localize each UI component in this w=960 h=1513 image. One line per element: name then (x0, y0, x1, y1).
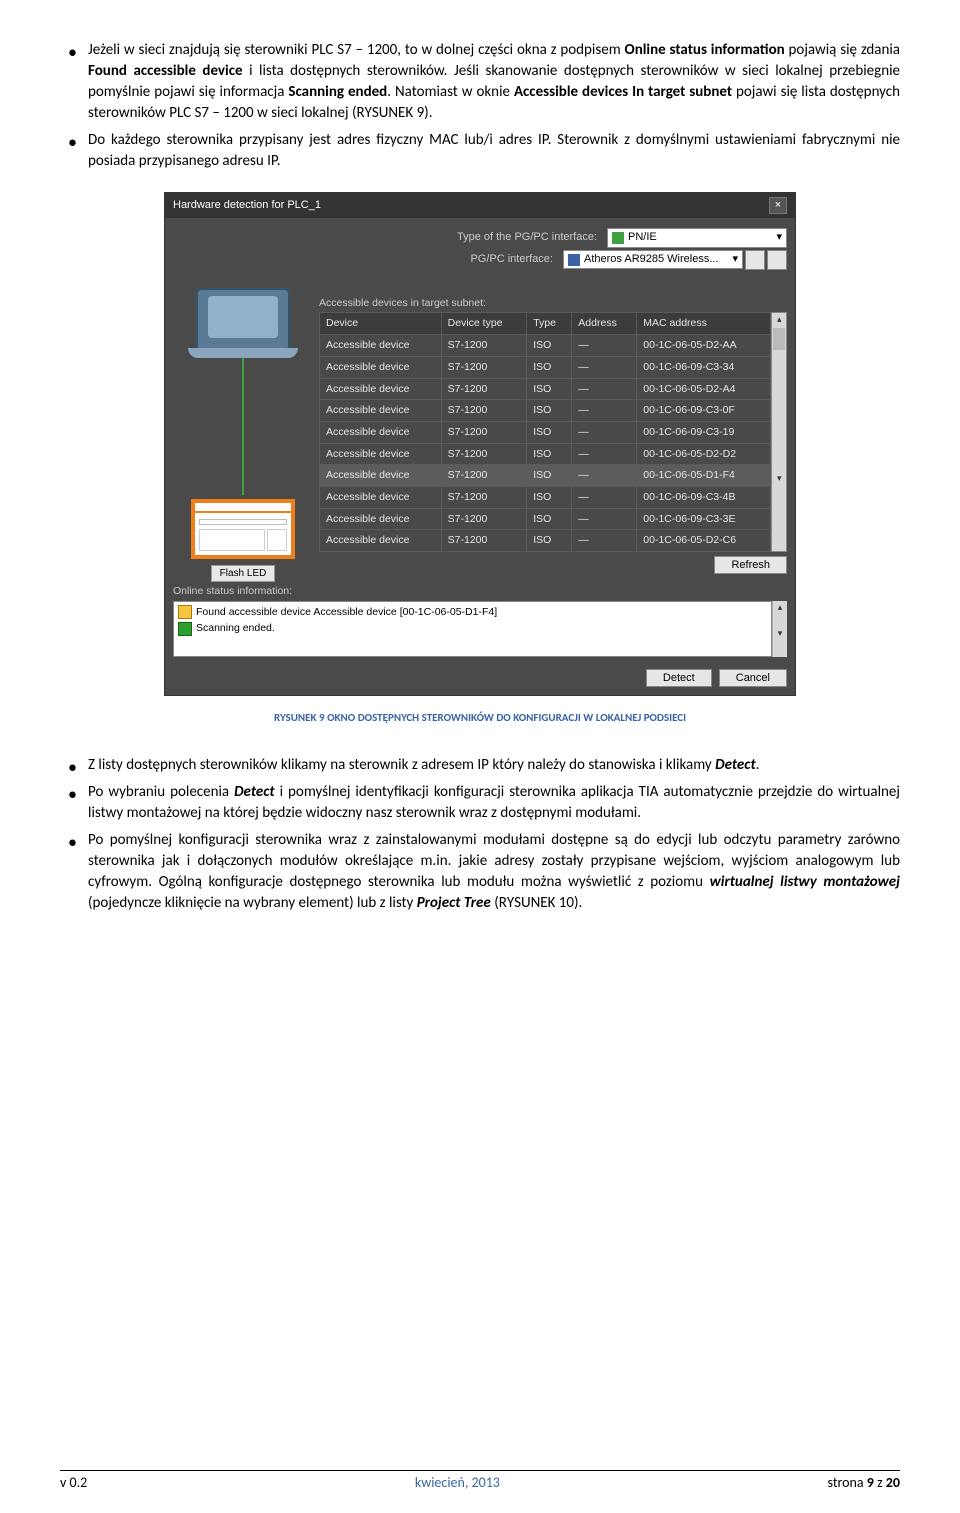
nic-icon (568, 254, 580, 266)
th-devicetype[interactable]: Device type (441, 313, 527, 335)
cancel-button[interactable]: Cancel (719, 669, 787, 687)
table-row[interactable]: Accessible deviceS7-1200ISO—00-1C-06-05-… (320, 465, 771, 487)
bullet-5: Po pomyślnej konfiguracji sterownika wra… (60, 830, 900, 914)
p4-b1: Detect (234, 783, 275, 801)
search-icon[interactable] (767, 250, 787, 270)
pgpc-type-select[interactable]: PN/IE ▾ (607, 228, 787, 247)
p5-b1: wirtualnej listwy montażowej (710, 873, 900, 891)
dialog-body: Type of the PG/PC interface: PN/IE ▾ PG/… (165, 218, 795, 694)
table-row[interactable]: Accessible deviceS7-1200ISO—00-1C-06-09-… (320, 356, 771, 378)
main-area: Flash LED Accessible devices in target s… (173, 288, 787, 582)
pgpc-type-row: Type of the PG/PC interface: PN/IE ▾ (173, 228, 787, 247)
status-text-1: Found accessible device Accessible devic… (196, 605, 497, 620)
pgpc-type-value: PN/IE (628, 230, 657, 245)
bottom-bullets: Z listy dostępnych sterowników klikamy n… (60, 755, 900, 914)
footer-version: v 0.2 (60, 1473, 87, 1493)
bullet-3: Z listy dostępnych sterowników klikamy n… (60, 755, 900, 776)
status-block: Online status information: Found accessi… (173, 584, 787, 657)
pgpc-iface-select[interactable]: Atheros AR9285 Wireless... ▾ (563, 250, 743, 269)
p1-b2: Found accessible device (88, 62, 243, 80)
figure-caption-9: RYSUNEK 9 OKNO DOSTĘPNYCH STEROWNIKÓW DO… (60, 710, 900, 725)
plc-icon (191, 499, 295, 559)
p5-t4: 10). (555, 894, 582, 912)
ok-icon (178, 622, 192, 636)
p3-b1: Detect (715, 756, 756, 774)
table-row[interactable]: Accessible deviceS7-1200ISO—00-1C-06-05-… (320, 530, 771, 552)
p3-t1: Z listy dostępnych sterowników klikamy n… (88, 756, 715, 774)
pgpc-iface-label: PG/PC interface: (470, 252, 553, 267)
th-device[interactable]: Device (320, 313, 442, 335)
dialog-title-text: Hardware detection for PLC_1 (173, 198, 321, 213)
status-text-2: Scanning ended. (196, 621, 275, 636)
pnie-icon (612, 232, 624, 244)
th-mac[interactable]: MAC address (637, 313, 771, 335)
dialog-screenshot: Hardware detection for PLC_1 × Type of t… (164, 192, 796, 696)
config-icon[interactable] (745, 250, 765, 270)
table-row[interactable]: Accessible deviceS7-1200ISO—00-1C-06-09-… (320, 486, 771, 508)
top-bullets: Jeżeli w sieci znajdują się sterowniki P… (60, 40, 900, 172)
p1-t4: . Natomiast w oknie (387, 83, 514, 101)
p1-b1: Online status information (625, 41, 785, 59)
flash-led-button[interactable]: Flash LED (211, 565, 276, 582)
p3-t2: . (756, 756, 760, 774)
table-row[interactable]: Accessible deviceS7-1200ISO—00-1C-06-05-… (320, 378, 771, 400)
connection-wire-icon (242, 356, 244, 495)
pgpc-type-label: Type of the PG/PC interface: (457, 230, 597, 245)
close-icon[interactable]: × (769, 197, 787, 214)
refresh-button[interactable]: Refresh (714, 556, 787, 574)
table-row[interactable]: Accessible deviceS7-1200ISO—00-1C-06-09-… (320, 421, 771, 443)
status-line-empty (176, 637, 769, 654)
left-graphic-column: Flash LED (173, 288, 313, 582)
th-address[interactable]: Address (572, 313, 637, 335)
table-row[interactable]: Accessible deviceS7-1200ISO—00-1C-06-05-… (320, 443, 771, 465)
p1-t6: 9). (413, 104, 432, 122)
p1-b3: Scanning ended (288, 83, 387, 101)
status-label: Online status information: (173, 584, 787, 599)
status-line-1: Found accessible device Accessible devic… (176, 604, 769, 621)
table-row[interactable]: Accessible deviceS7-1200ISO—00-1C-06-09-… (320, 508, 771, 530)
footer-page: strona 9 z 20 (828, 1473, 900, 1493)
status-box: Found accessible device Accessible devic… (173, 601, 772, 657)
p1-t2: pojawią się zdania (785, 41, 900, 59)
pg-laptop-icon (196, 288, 290, 352)
table-row[interactable]: Accessible deviceS7-1200ISO—00-1C-06-09-… (320, 400, 771, 422)
table-row[interactable]: Accessible deviceS7-1200ISO—00-1C-06-05-… (320, 335, 771, 357)
status-line-2: Scanning ended. (176, 620, 769, 637)
refresh-row: Refresh (319, 552, 787, 582)
table-scrollbar[interactable]: ▴ ▾ (771, 312, 787, 552)
bullet-1: Jeżeli w sieci znajdują się sterowniki P… (60, 40, 900, 124)
dialog-titlebar: Hardware detection for PLC_1 × (165, 193, 795, 218)
p1-sc: YSUNEK (365, 104, 414, 122)
pgpc-iface-value: Atheros AR9285 Wireless... (584, 252, 719, 267)
status-scrollbar[interactable]: ▴ ▾ (772, 601, 787, 657)
device-table-area: Accessible devices in target subnet: Dev… (319, 288, 787, 582)
subnet-label: Accessible devices in target subnet: (319, 296, 787, 311)
th-type[interactable]: Type (527, 313, 572, 335)
chevron-down-icon: ▾ (776, 230, 782, 245)
chevron-down-icon: ▾ (732, 252, 738, 267)
device-table[interactable]: Device Device type Type Address MAC addr… (319, 312, 771, 552)
p5-sc: YSUNEK (507, 894, 556, 912)
p1-t1: Jeżeli w sieci znajdują się sterowniki P… (88, 41, 625, 59)
p1-b4: Accessible devices In target subnet (514, 83, 732, 101)
detect-button[interactable]: Detect (646, 669, 712, 687)
pgpc-iface-row: PG/PC interface: Atheros AR9285 Wireless… (173, 250, 787, 270)
bullet-4: Po wybraniu polecenia Detect i pomyślnej… (60, 782, 900, 824)
p5-t3: (R (491, 894, 507, 912)
p4-t1: Po wybraniu polecenia (88, 783, 234, 801)
p5-t2: (pojedyncze kliknięcie na wybrany elemen… (88, 894, 417, 912)
dialog-bottom-buttons: Detect Cancel (173, 669, 787, 687)
bullet-2: Do każdego sterownika przypisany jest ad… (60, 130, 900, 172)
p5-b2: Project Tree (417, 894, 491, 912)
footer-date: kwiecień, 2013 (415, 1473, 500, 1493)
table-header-row: Device Device type Type Address MAC addr… (320, 313, 771, 335)
warning-icon (178, 605, 192, 619)
page-footer: v 0.2 kwiecień, 2013 strona 9 z 20 (60, 1470, 900, 1493)
